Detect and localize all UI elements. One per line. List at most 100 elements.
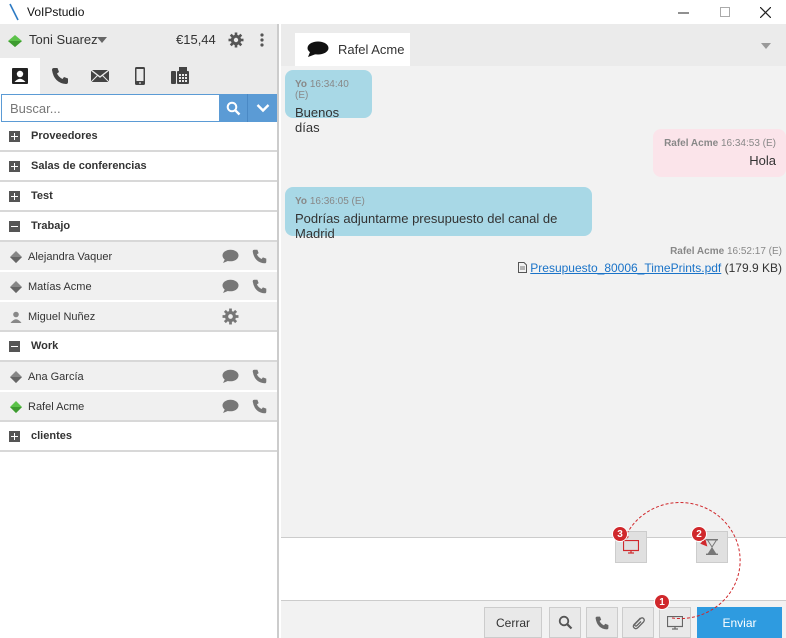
message-text: Podrías adjuntarme presupuesto del canal…: [295, 211, 558, 241]
expand-plus-icon[interactable]: [9, 431, 20, 442]
send-button[interactable]: Enviar: [697, 607, 782, 638]
contact-name: Alejandra Vaquer: [28, 251, 113, 263]
collapse-minus-icon[interactable]: [9, 341, 20, 352]
chat-panel: Rafel Acme Yo 16:34:40 (E) Buenos días R…: [281, 24, 786, 638]
hourglass-icon: [706, 539, 718, 555]
search-input[interactable]: [1, 94, 219, 122]
search-button[interactable]: [219, 94, 248, 122]
message-text: Hola: [749, 153, 776, 168]
search-icon: [558, 615, 572, 630]
gear-icon[interactable]: [222, 308, 239, 325]
mail-icon: [90, 69, 110, 83]
message-sender: Yo: [295, 79, 308, 90]
contact-miguel-nunez[interactable]: Miguel Nuñez: [0, 302, 277, 332]
search-icon: [226, 101, 240, 115]
group-label: clientes: [31, 430, 72, 442]
expand-plus-icon[interactable]: [9, 131, 20, 142]
minimize-button[interactable]: [662, 0, 704, 24]
search-messages-button[interactable]: [549, 607, 581, 638]
chat-bubble-icon: [307, 41, 329, 57]
maximize-button[interactable]: [704, 0, 746, 24]
group-label: Work: [31, 340, 59, 352]
file-message: Rafel Acme 16:52:17 (E) Presupuesto_8000…: [518, 246, 782, 275]
message-sender: Rafel Acme: [664, 138, 719, 149]
chat-bubble-icon[interactable]: [222, 249, 239, 264]
contact-ana-garcia[interactable]: Ana García: [0, 362, 277, 392]
close-icon: [759, 6, 771, 18]
message-bubble: Yo 16:34:40 (E) Buenos días: [285, 70, 372, 135]
user-name[interactable]: Toni Suarez: [29, 32, 98, 47]
collapse-minus-icon[interactable]: [9, 221, 20, 232]
group-clientes[interactable]: clientes: [0, 422, 277, 452]
message-time: 16:36:05 (E): [309, 196, 365, 207]
chat-tabs-dropdown-icon[interactable]: [761, 43, 771, 49]
group-test[interactable]: Test: [0, 182, 277, 212]
tab-contacts[interactable]: [0, 58, 40, 94]
user-menu-caret-icon[interactable]: [97, 37, 107, 43]
contact-alejandra-vaquer[interactable]: Alejandra Vaquer: [0, 242, 277, 272]
tab-sms[interactable]: [120, 58, 160, 94]
chat-tab-rafel-acme[interactable]: Rafel Acme: [295, 33, 410, 66]
user-icon: [10, 311, 22, 323]
search-options-button[interactable]: [248, 94, 277, 122]
call-button[interactable]: [586, 607, 618, 638]
chat-tab-label: Rafel Acme: [338, 42, 405, 57]
message-text: Buenos días: [295, 105, 340, 135]
online-status-icon: [8, 35, 22, 47]
group-label: Salas de conferencias: [31, 160, 147, 172]
message-bubble: Rafel Acme 16:34:53 (E) Hola: [653, 129, 786, 177]
chat-bubble-icon[interactable]: [222, 369, 239, 384]
phone-icon[interactable]: [251, 398, 268, 415]
file-icon: [518, 262, 528, 273]
tab-calls[interactable]: [40, 58, 80, 94]
close-chat-button[interactable]: Cerrar: [484, 607, 542, 638]
group-work[interactable]: Work: [0, 332, 277, 362]
screen-share-toolbar-button[interactable]: [659, 607, 691, 638]
chat-action-bar: Cerrar Enviar: [281, 601, 786, 638]
fax-icon: [171, 67, 189, 84]
contacts-icon: [12, 68, 28, 84]
phone-icon[interactable]: [251, 248, 268, 265]
chat-bubble-icon[interactable]: [222, 399, 239, 414]
contact-name: Miguel Nuñez: [28, 311, 96, 323]
group-trabajo[interactable]: Trabajo: [0, 212, 277, 242]
message-sender: Yo: [295, 196, 308, 207]
search-row: [0, 94, 277, 122]
contact-rafel-acme[interactable]: Rafel Acme: [0, 392, 277, 422]
user-bar: Toni Suarez €15,44: [0, 24, 277, 58]
tab-mail[interactable]: [80, 58, 120, 94]
message-time: 16:52:17 (E): [726, 246, 782, 257]
file-link[interactable]: Presupuesto_80006_TimePrints.pdf: [530, 261, 721, 275]
more-options-icon[interactable]: [258, 32, 266, 48]
paperclip-icon: [632, 616, 645, 629]
tab-fax[interactable]: [160, 58, 200, 94]
window-title: VoIPstudio: [27, 5, 85, 19]
online-status-icon: [10, 401, 22, 413]
chat-bubble-icon[interactable]: [222, 279, 239, 294]
contact-name: Ana García: [28, 371, 84, 383]
expand-plus-icon[interactable]: [9, 161, 20, 172]
title-bar: VoIPstudio: [0, 0, 786, 24]
screen-icon: [623, 540, 639, 554]
message-time: 16:34:53 (E): [720, 138, 776, 149]
phone-icon[interactable]: [251, 278, 268, 295]
left-panel: Toni Suarez €15,44 Buscar... Proveedores…: [0, 24, 279, 638]
expand-plus-icon[interactable]: [9, 191, 20, 202]
message-bubble: Yo 16:36:05 (E) Podrías adjuntarme presu…: [285, 187, 592, 241]
file-size: (179.9 KB): [724, 261, 782, 275]
phone-icon[interactable]: [251, 368, 268, 385]
annotation-badge-3: 3: [612, 526, 628, 542]
maximize-icon: [720, 7, 730, 17]
settings-gear-icon[interactable]: [228, 32, 244, 48]
attach-file-button[interactable]: [622, 607, 654, 638]
close-button[interactable]: [744, 0, 786, 24]
group-label: Test: [31, 190, 53, 202]
group-proveedores[interactable]: Proveedores: [0, 122, 277, 152]
group-salas-de-conferencias[interactable]: Salas de conferencias: [0, 152, 277, 182]
minimize-icon: [677, 12, 689, 13]
account-balance: €15,44: [176, 32, 216, 47]
offline-status-icon: [10, 371, 22, 383]
mobile-icon: [135, 67, 145, 85]
contact-matias-acme[interactable]: Matías Acme: [0, 272, 277, 302]
annotation-badge-1: 1: [654, 594, 670, 610]
